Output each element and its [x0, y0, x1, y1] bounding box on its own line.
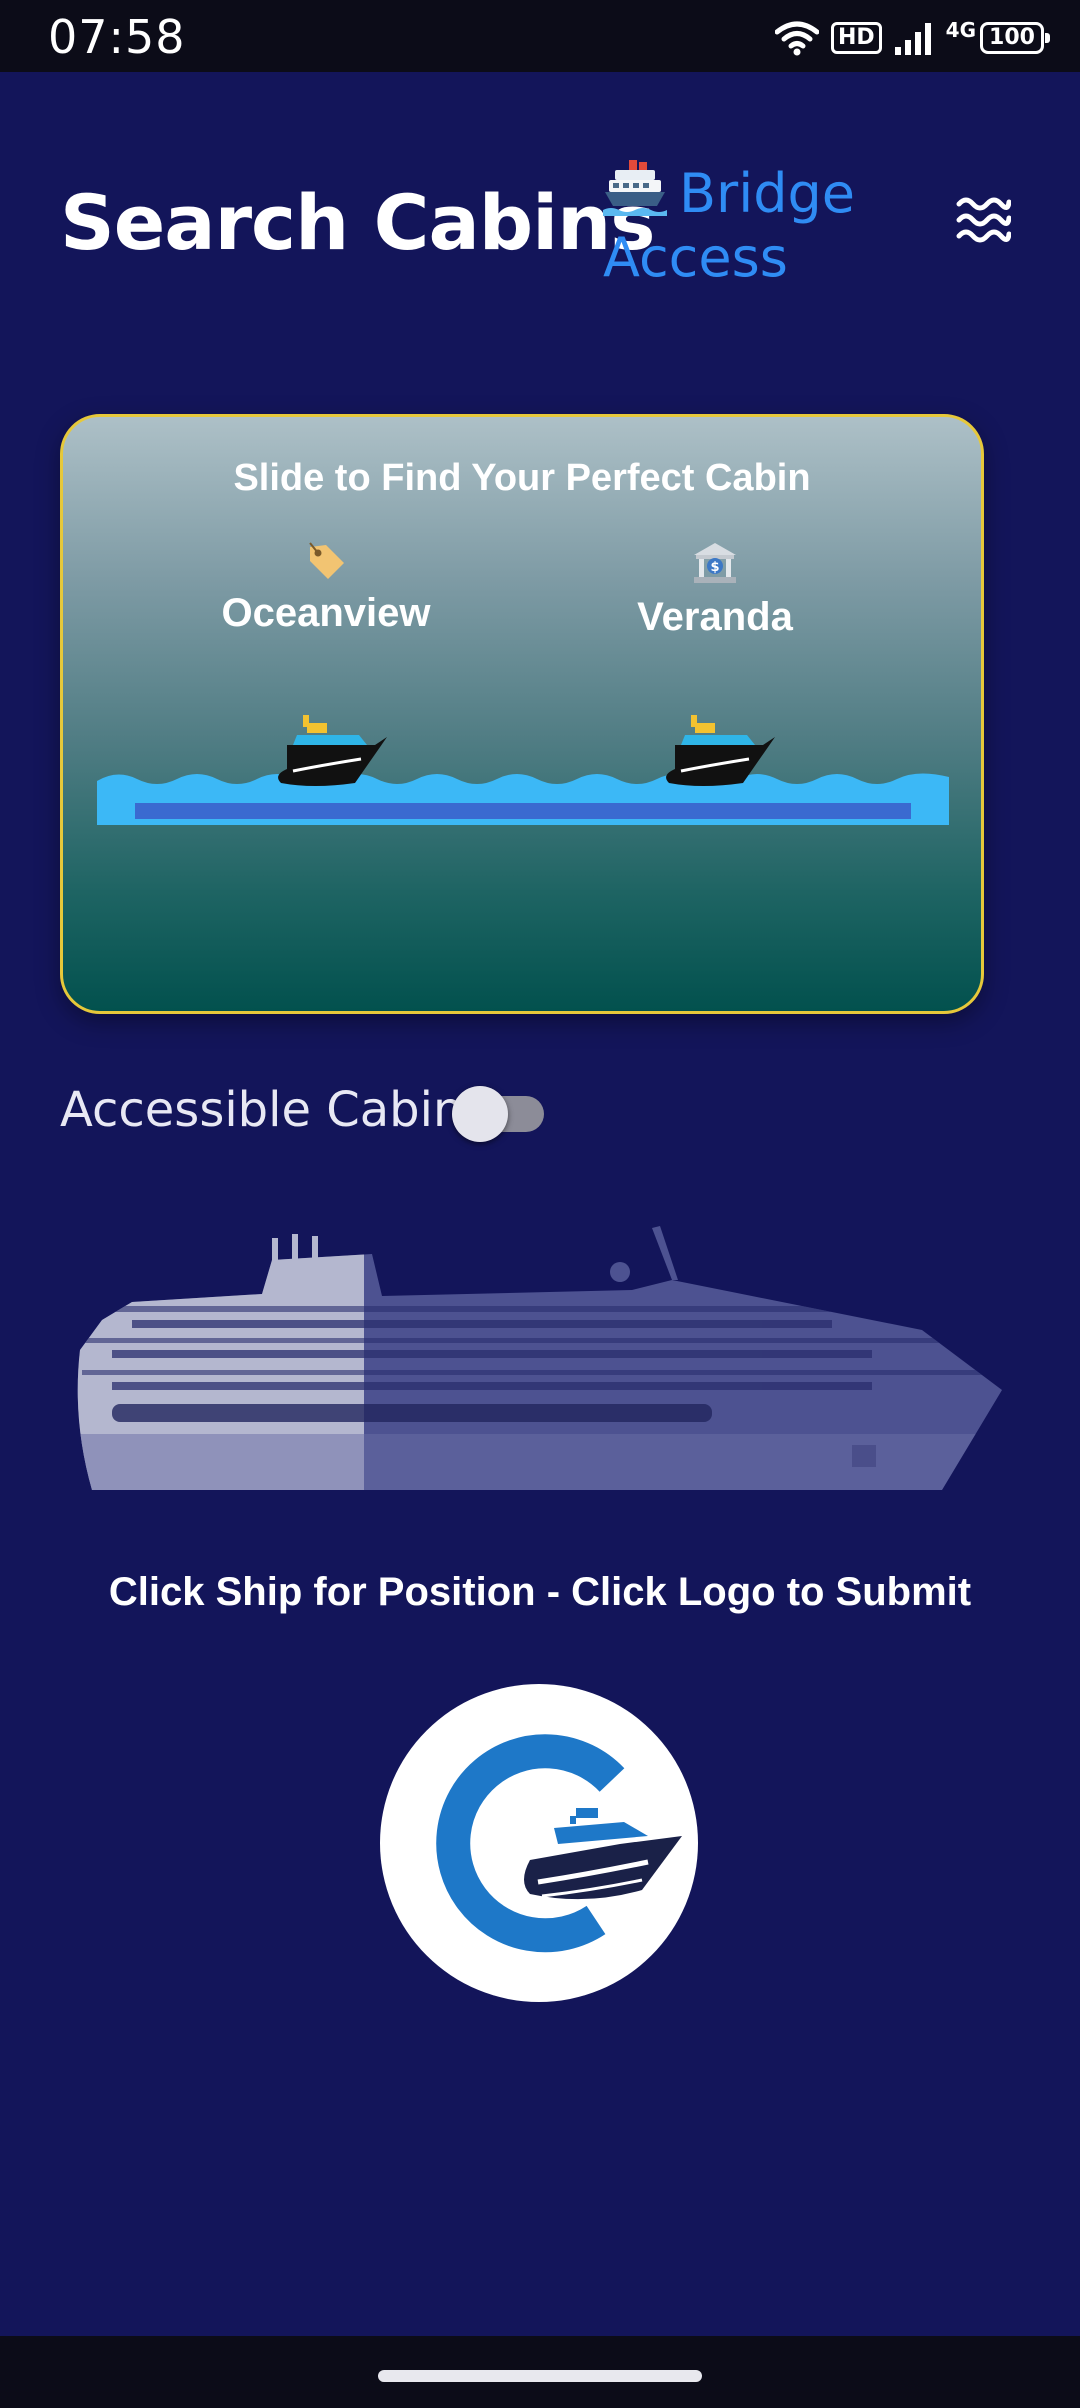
ship-icon: [603, 160, 667, 216]
battery-icon: 100: [980, 22, 1050, 54]
slider-thumb-max[interactable]: [651, 709, 781, 793]
toggle-thumb: [452, 1086, 508, 1142]
slider-thumb-min[interactable]: [263, 709, 393, 793]
instructions-text: Click Ship for Position - Click Logo to …: [108, 1570, 972, 1614]
cabin-slider-card: Slide to Find Your Perfect Cabin Oceanvi…: [60, 414, 984, 1014]
accessible-cabin-toggle[interactable]: [452, 1086, 546, 1142]
option-label: Veranda: [637, 595, 793, 639]
status-time: 07:58: [48, 10, 186, 64]
bridge-access-link[interactable]: Bridge Access: [603, 158, 903, 290]
cruise-logo-icon: [436, 1734, 682, 1953]
option-oceanview[interactable]: Oceanview: [196, 541, 456, 636]
home-indicator[interactable]: [378, 2370, 702, 2382]
signal-icon: [894, 23, 931, 55]
status-icons: HD 4G 100: [774, 16, 1050, 60]
cruise-ship-image[interactable]: [72, 1220, 1008, 1490]
water-slider-track[interactable]: [97, 769, 949, 825]
option-veranda[interactable]: $ Veranda: [585, 541, 845, 640]
page-title: Search Cabins: [60, 178, 656, 267]
option-label: Oceanview: [221, 591, 431, 635]
hd-badge: HD: [830, 22, 882, 54]
waves-icon[interactable]: [955, 192, 1011, 248]
status-bar: 07:58 HD 4G 100: [0, 0, 1080, 72]
app-screen: 07:58 HD 4G 100 Search Cabins Bridge Acc…: [0, 0, 1080, 2408]
accessible-cabin-label: Accessible Cabin: [60, 1082, 464, 1138]
navigation-bar: [0, 2336, 1080, 2408]
svg-text:$: $: [710, 560, 719, 575]
network-type: 4G: [945, 18, 976, 42]
wifi-icon: [774, 21, 819, 56]
bank-icon: $: [694, 543, 736, 583]
price-tag-icon: [309, 542, 344, 579]
cabin-slider-title: Slide to Find Your Perfect Cabin: [233, 457, 811, 499]
submit-logo-button[interactable]: [380, 1684, 698, 2002]
